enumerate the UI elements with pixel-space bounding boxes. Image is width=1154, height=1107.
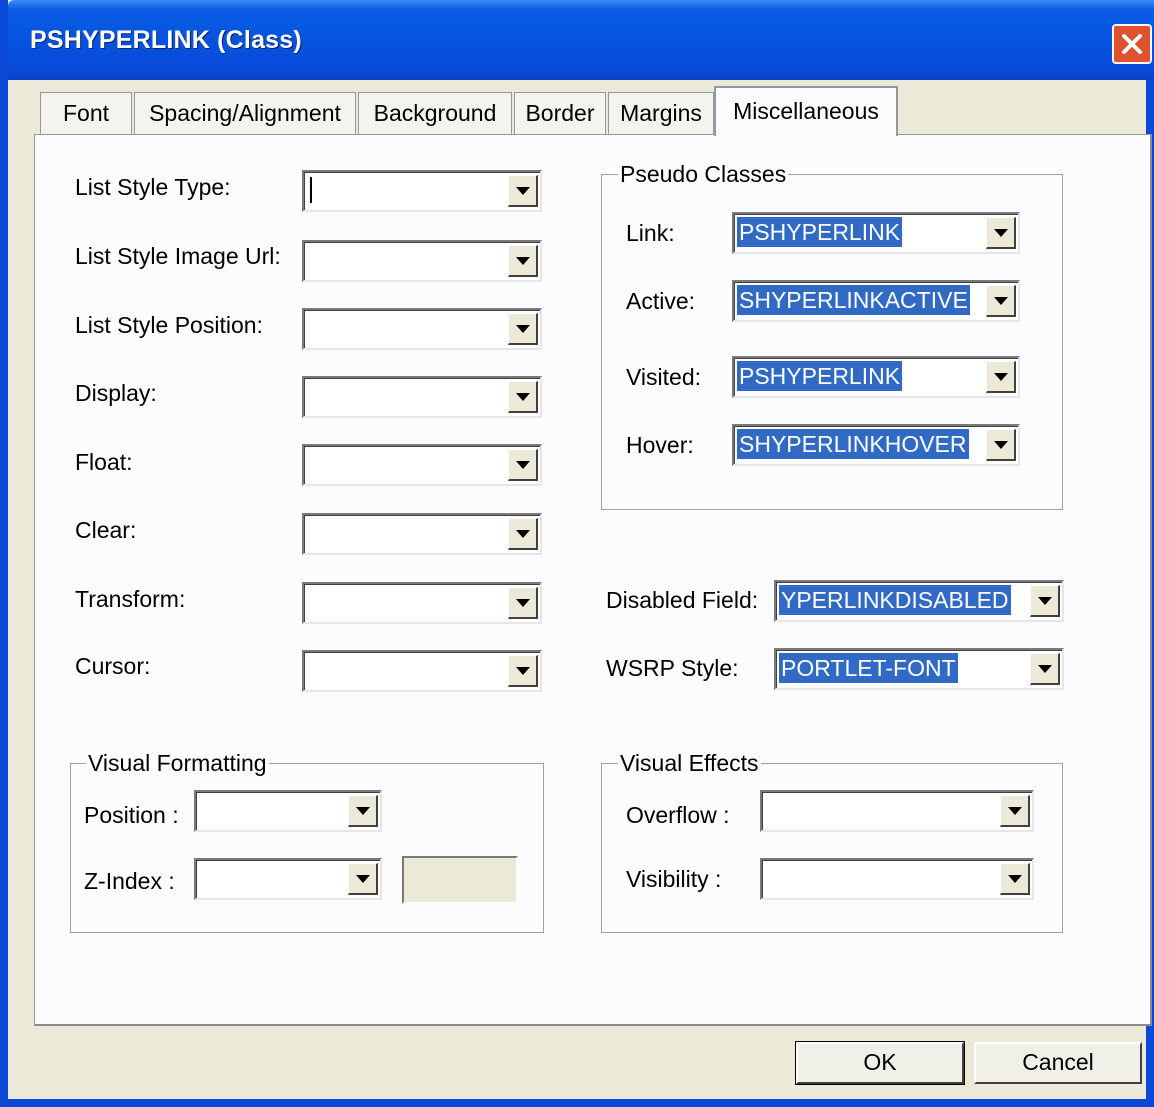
dropdown-arrow-icon[interactable]: [508, 245, 538, 277]
visibility-label: Visibility :: [626, 866, 722, 892]
cursor-label: Cursor:: [75, 653, 151, 679]
hover-dropdown[interactable]: SHYPERLINKHOVER: [732, 424, 1020, 466]
text-cursor: [310, 177, 312, 203]
list-style-position-label: List Style Position:: [75, 312, 263, 338]
dropdown-arrow-icon[interactable]: [508, 313, 538, 345]
wsrp-style-value: PORTLET-FONT: [779, 653, 958, 683]
transform-dropdown[interactable]: [302, 582, 542, 624]
z-index-label: Z-Index :: [84, 868, 175, 894]
dropdown-arrow-icon[interactable]: [348, 795, 378, 827]
float-label: Float:: [75, 449, 133, 475]
dropdown-arrow-icon[interactable]: [508, 381, 538, 413]
visibility-dropdown[interactable]: [760, 858, 1034, 900]
position-dropdown[interactable]: [194, 790, 382, 832]
tab-miscellaneous[interactable]: Miscellaneous: [714, 86, 898, 136]
visual-formatting-group: [70, 763, 544, 933]
visited-value: PSHYPERLINK: [737, 361, 903, 391]
link-label: Link:: [626, 220, 675, 246]
dropdown-arrow-icon[interactable]: [508, 655, 538, 687]
overflow-dropdown[interactable]: [760, 790, 1034, 832]
visited-label: Visited:: [626, 364, 702, 390]
tab-font[interactable]: Font: [40, 92, 132, 134]
dropdown-arrow-icon[interactable]: [508, 518, 538, 550]
tab-spacing-alignment[interactable]: Spacing/Alignment: [134, 92, 356, 134]
dropdown-arrow-icon[interactable]: [508, 587, 538, 619]
dropdown-arrow-icon[interactable]: [986, 217, 1016, 249]
link-dropdown[interactable]: PSHYPERLINK: [732, 212, 1020, 254]
cursor-dropdown[interactable]: [302, 650, 542, 692]
link-value: PSHYPERLINK: [737, 217, 903, 247]
z-index-dropdown[interactable]: [194, 858, 382, 900]
tab-margins[interactable]: Margins: [608, 92, 714, 134]
disabled-field-dropdown[interactable]: YPERLINKDISABLED: [774, 580, 1064, 622]
visual-formatting-legend: Visual Formatting: [86, 750, 269, 777]
tab-background[interactable]: Background: [358, 92, 512, 134]
list-style-image-url-label: List Style Image Url:: [75, 243, 281, 269]
visual-effects-group: [601, 763, 1063, 933]
disabled-field-value: YPERLINKDISABLED: [779, 585, 1011, 615]
disabled-field-label: Disabled Field:: [606, 587, 759, 613]
hover-value: SHYPERLINKHOVER: [737, 429, 969, 459]
window-title: PSHYPERLINK (Class): [30, 26, 302, 54]
ok-button[interactable]: OK: [795, 1041, 965, 1085]
dialog-window: PSHYPERLINK (Class) Font Spacing/Alignme…: [0, 0, 1154, 1107]
list-style-type-dropdown[interactable]: [302, 170, 542, 212]
hover-label: Hover:: [626, 432, 694, 458]
active-dropdown[interactable]: SHYPERLINKACTIVE: [732, 280, 1020, 322]
dropdown-arrow-icon[interactable]: [1030, 585, 1060, 617]
visited-dropdown[interactable]: PSHYPERLINK: [732, 356, 1020, 398]
dropdown-arrow-icon[interactable]: [986, 285, 1016, 317]
dropdown-arrow-icon[interactable]: [348, 863, 378, 895]
dropdown-arrow-icon[interactable]: [1000, 863, 1030, 895]
transform-label: Transform:: [75, 586, 186, 612]
close-x-icon: [1122, 34, 1142, 54]
wsrp-style-dropdown[interactable]: PORTLET-FONT: [774, 648, 1064, 690]
dropdown-arrow-icon[interactable]: [986, 429, 1016, 461]
visual-effects-legend: Visual Effects: [618, 750, 761, 777]
dropdown-arrow-icon[interactable]: [508, 449, 538, 481]
list-style-position-dropdown[interactable]: [302, 308, 542, 350]
active-value: SHYPERLINKACTIVE: [737, 285, 970, 315]
dropdown-arrow-icon[interactable]: [1030, 653, 1060, 685]
close-button[interactable]: [1112, 24, 1152, 64]
list-style-image-url-dropdown[interactable]: [302, 240, 542, 282]
clear-dropdown[interactable]: [302, 513, 542, 555]
display-dropdown[interactable]: [302, 376, 542, 418]
dropdown-arrow-icon[interactable]: [508, 175, 538, 207]
title-bar[interactable]: PSHYPERLINK (Class): [8, 0, 1154, 80]
overflow-label: Overflow :: [626, 802, 730, 828]
tab-border[interactable]: Border: [514, 92, 606, 134]
z-index-number-field: [402, 856, 518, 904]
clear-label: Clear:: [75, 517, 137, 543]
float-dropdown[interactable]: [302, 444, 542, 486]
display-label: Display:: [75, 380, 157, 406]
cancel-button[interactable]: Cancel: [974, 1042, 1142, 1084]
dropdown-arrow-icon[interactable]: [986, 361, 1016, 393]
wsrp-style-label: WSRP Style:: [606, 655, 739, 681]
active-label: Active:: [626, 288, 696, 314]
dropdown-arrow-icon[interactable]: [1000, 795, 1030, 827]
list-style-type-label: List Style Type:: [75, 174, 231, 200]
pseudo-classes-legend: Pseudo Classes: [618, 161, 789, 188]
position-label: Position :: [84, 802, 179, 828]
